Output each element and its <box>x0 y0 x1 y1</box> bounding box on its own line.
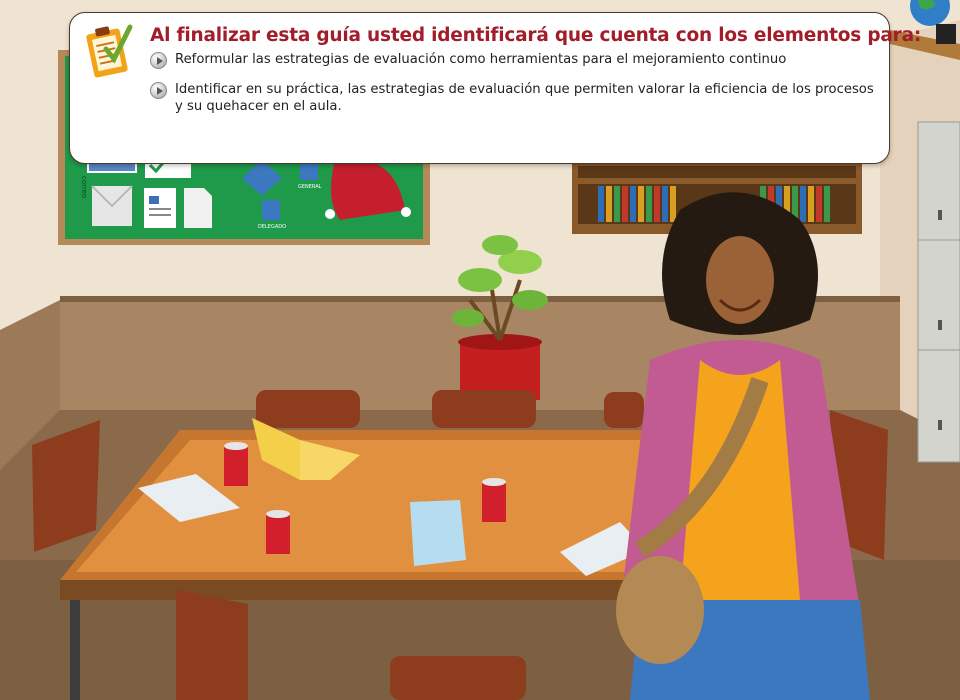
objective-item: Reformular las estrategias de evaluación… <box>150 51 880 69</box>
board-label-delegado: DELEGADO <box>258 224 286 230</box>
lockers <box>917 121 960 463</box>
objective-item: Identificar en su práctica, las estrateg… <box>150 81 880 115</box>
board-side-label: correo <box>80 176 88 198</box>
arrow-bullet-icon <box>150 52 167 69</box>
objectives-card: Al finalizar esta guía usted identificar… <box>69 12 921 164</box>
objective-text: Reformular las estrategias de evaluación… <box>175 52 787 67</box>
objective-text: Identificar en su práctica, las estrateg… <box>175 82 874 114</box>
arrow-bullet-icon <box>150 82 167 99</box>
board-label-general: GENERAL <box>298 184 322 190</box>
objectives-list: Reformular las estrategias de evaluación… <box>150 51 880 115</box>
card-title: Al finalizar esta guía usted identificar… <box>150 25 922 46</box>
clipboard-check-icon <box>84 19 134 81</box>
